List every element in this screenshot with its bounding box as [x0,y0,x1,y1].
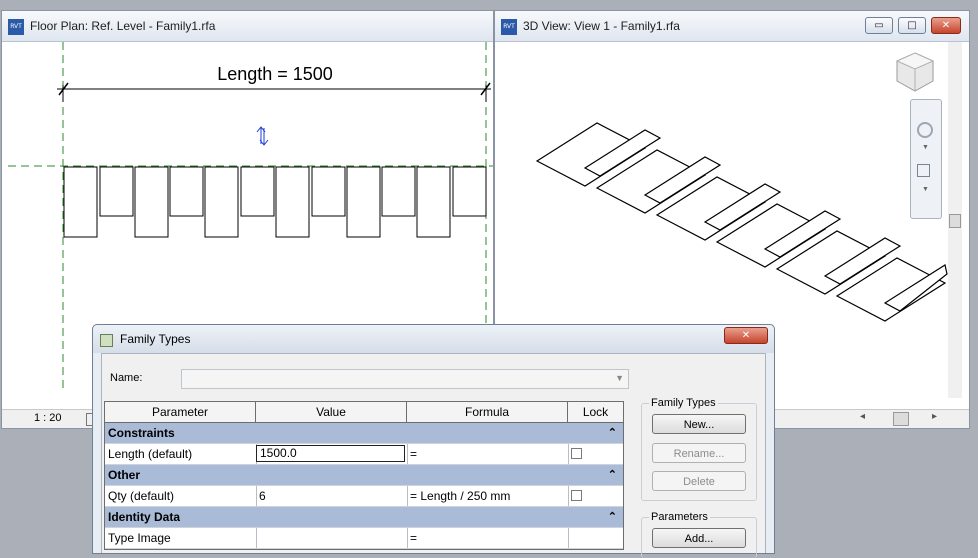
group-header-identity-data[interactable]: Identity Data ⌃ [105,507,623,528]
dialog-title-bar[interactable]: Family Types ✕ [93,325,774,353]
zoom-dropdown-icon[interactable]: ▼ [922,186,929,193]
viewcube-icon[interactable] [891,49,941,99]
horizontal-scroll-thumb[interactable] [893,412,909,426]
parameter-name: Type Image [108,531,171,545]
table-row: Qty (default) 6 = Length / 250 mm [105,486,623,507]
rename-type-button[interactable]: Rename... [652,443,746,463]
column-header-lock[interactable]: Lock [568,402,623,422]
zoom-region-icon[interactable] [917,164,930,177]
horizontal-scroll-left-icon[interactable]: ◂ [860,411,865,422]
view-scale[interactable]: 1 : 20 [34,412,62,424]
value-field[interactable] [256,528,407,548]
vertical-scrollbar[interactable] [948,42,962,398]
group-label: Other [108,468,141,482]
table-row: Type Image = [105,528,623,549]
collapse-icon[interactable]: ⌃ [608,507,617,527]
family-types-panel-label: Family Types [649,397,718,409]
group-header-other[interactable]: Other ⌃ [105,465,623,486]
scrollbar-thumb[interactable] [949,214,961,228]
group-label: Identity Data [108,510,181,524]
collapse-icon[interactable]: ⌃ [608,423,617,443]
column-header-value[interactable]: Value [256,402,407,422]
column-header-parameter[interactable]: Parameter [105,402,256,422]
add-parameter-button[interactable]: Add... [652,528,746,548]
collapse-icon[interactable]: ⌃ [608,465,617,485]
family-types-panel: Family Types New... Rename... Delete [641,397,757,501]
family-types-dialog[interactable]: Family Types ✕ Name: ▼ Parameter Value F… [92,324,775,558]
minimize-button[interactable]: ▭ [865,17,893,34]
3d-view-title-bar[interactable]: RVT 3D View: View 1 - Family1.rfa ▭ □ ✕ [495,11,969,42]
parameter-name: Qty (default) [108,489,175,503]
formula-field[interactable]: = [407,528,568,548]
floor-plan-title-bar[interactable]: RVT Floor Plan: Ref. Level - Family1.rfa [2,11,493,42]
formula-field[interactable]: = Length / 250 mm [407,486,568,506]
group-header-constraints[interactable]: Constraints ⌃ [105,423,623,444]
parameters-panel: Parameters Add... [641,511,757,558]
flip-arrows-icon[interactable] [256,126,269,146]
chevron-down-icon: ▼ [615,373,624,383]
revit-file-icon: RVT [501,19,517,35]
floor-plan-array-elements [63,166,487,238]
dimension-label[interactable]: Length = 1500 [217,64,333,84]
formula-field[interactable]: = [407,444,568,464]
dialog-title: Family Types [120,332,191,346]
value-field[interactable]: 6 [256,486,407,506]
new-type-button[interactable]: New... [652,414,746,434]
name-dropdown[interactable]: ▼ [181,369,629,389]
3d-array-elements [535,122,948,322]
group-label: Constraints [108,426,175,440]
navigation-bar: ▼ ▼ [910,99,942,219]
column-header-formula[interactable]: Formula [407,402,568,422]
lock-checkbox[interactable] [571,490,582,501]
revit-file-icon: RVT [8,19,24,35]
delete-type-button[interactable]: Delete [652,471,746,491]
3d-view-title: 3D View: View 1 - Family1.rfa [523,19,680,33]
parameter-name: Length (default) [108,447,193,461]
dialog-close-button[interactable]: ✕ [724,327,768,344]
dialog-icon [100,334,113,347]
name-label: Name: [110,372,143,384]
value-field[interactable]: 1500.0 [256,445,405,462]
horizontal-scroll-right-icon[interactable]: ▸ [932,411,937,422]
parameters-panel-label: Parameters [649,511,710,523]
close-button[interactable]: ✕ [931,17,961,34]
table-row: Length (default) 1500.0 = [105,444,623,465]
steering-wheel-dropdown-icon[interactable]: ▼ [922,144,929,151]
floor-plan-title: Floor Plan: Ref. Level - Family1.rfa [30,19,216,33]
steering-wheel-icon[interactable] [917,122,933,138]
parameters-table[interactable]: Parameter Value Formula Lock Constraints… [104,401,624,550]
lock-checkbox[interactable] [571,448,582,459]
maximize-button[interactable]: □ [898,17,926,34]
table-header: Parameter Value Formula Lock [105,402,623,423]
